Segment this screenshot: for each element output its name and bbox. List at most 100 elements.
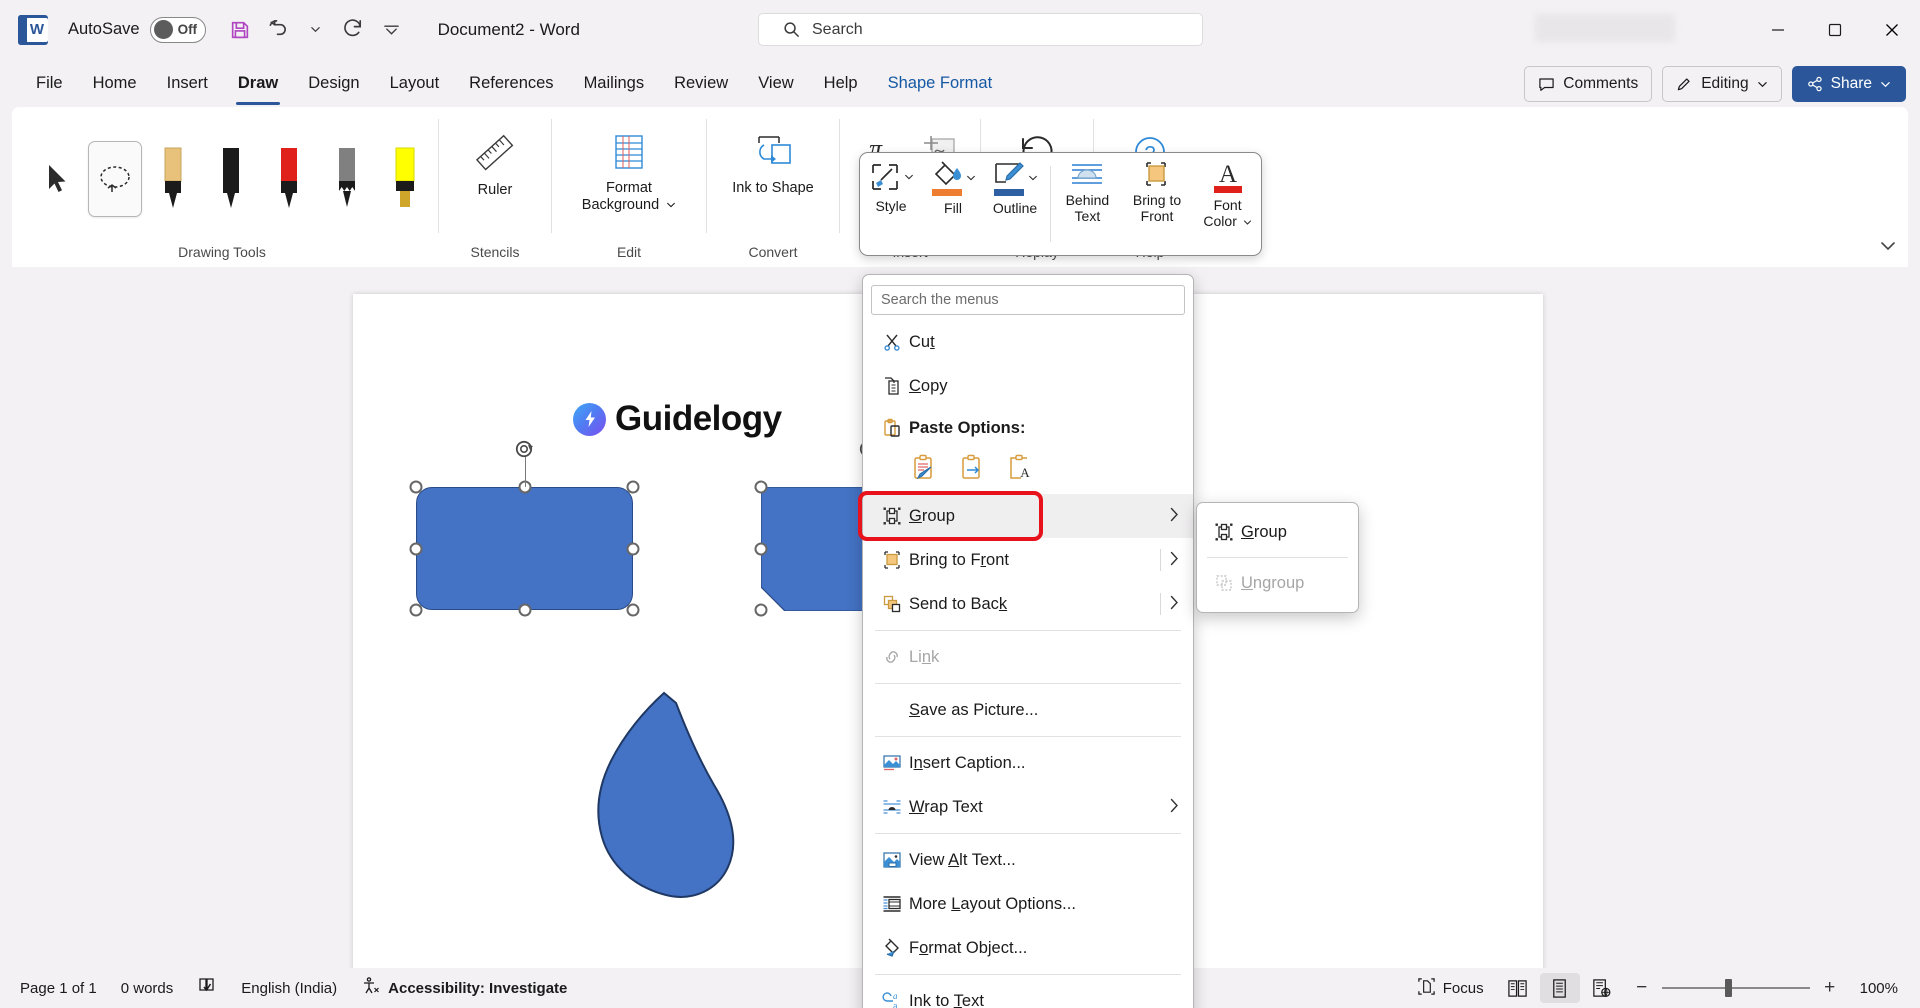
menu-item-send-to-back[interactable]: Send to Back xyxy=(863,582,1193,626)
tab-shape-format[interactable]: Shape Format xyxy=(874,68,1007,99)
resize-handle-middle-left[interactable] xyxy=(754,542,768,555)
tab-file[interactable]: File xyxy=(22,68,77,99)
resize-handle-top-right[interactable] xyxy=(626,480,640,494)
lasso-select-tool[interactable] xyxy=(88,140,142,217)
group-submenu: Group Ungroup xyxy=(1196,502,1359,613)
menu-item-save-as-picture[interactable]: Save as Picture... xyxy=(863,688,1193,732)
menu-item-insert-caption[interactable]: Insert Caption... xyxy=(863,741,1193,785)
tab-layout[interactable]: Layout xyxy=(376,68,454,99)
zoom-out-button[interactable]: − xyxy=(1632,977,1652,999)
style-button[interactable]: Style xyxy=(860,153,922,255)
accessibility-status[interactable]: Accessibility: Investigate xyxy=(349,973,579,1003)
resize-handle-middle-right[interactable] xyxy=(626,542,640,555)
print-layout-view-button[interactable] xyxy=(1539,973,1580,1003)
undo-icon[interactable] xyxy=(260,13,296,47)
paste-keep-source-formatting-option[interactable] xyxy=(907,450,941,484)
menu-separator xyxy=(875,736,1181,737)
redo-icon[interactable] xyxy=(336,13,372,47)
fill-button[interactable]: Fill xyxy=(922,153,984,255)
web-layout-view-button[interactable] xyxy=(1582,973,1622,1003)
collapse-ribbon-icon[interactable] xyxy=(1878,238,1898,259)
language-status[interactable]: English (India) xyxy=(229,973,349,1003)
paste-merge-formatting-option[interactable] xyxy=(955,450,989,484)
zoom-slider-thumb[interactable] xyxy=(1724,979,1732,997)
accessibility-label: Accessibility: Investigate xyxy=(388,979,568,997)
resize-handle-top-left[interactable] xyxy=(409,480,423,494)
tab-view[interactable]: View xyxy=(744,68,807,99)
pen-gold-tool[interactable] xyxy=(146,141,200,217)
ungroup-icon xyxy=(1207,573,1241,593)
menu-item-more-layout-options[interactable]: More Layout Options... xyxy=(863,882,1193,926)
user-account-avatar[interactable] xyxy=(1535,14,1675,42)
freeform-blob-shape[interactable] xyxy=(548,689,768,919)
menu-item-cut[interactable]: Cut xyxy=(863,320,1193,364)
read-mode-view-button[interactable] xyxy=(1498,973,1538,1003)
share-button[interactable]: Share xyxy=(1791,66,1906,102)
minimize-icon[interactable] xyxy=(1749,0,1806,59)
paste-icon xyxy=(875,418,909,438)
tab-design[interactable]: Design xyxy=(294,68,373,99)
zoom-slider[interactable]: − + xyxy=(1632,977,1840,999)
save-icon[interactable] xyxy=(222,13,258,47)
ink-to-shape-button[interactable]: Ink to Shape xyxy=(732,123,814,235)
menu-item-ink-to-text-label: Ink to Text xyxy=(909,991,984,1008)
resize-handle-bottom-left[interactable] xyxy=(754,603,768,617)
proofing-status[interactable] xyxy=(185,973,229,1003)
behind-text-button[interactable]: Behind Text xyxy=(1055,153,1120,255)
tab-mailings[interactable]: Mailings xyxy=(570,68,659,99)
chevron-down-icon xyxy=(967,175,975,181)
editing-mode-button[interactable]: Editing xyxy=(1662,66,1782,102)
svg-text:a: a xyxy=(893,1001,898,1008)
tab-review[interactable]: Review xyxy=(660,68,742,99)
zoom-slider-track[interactable] xyxy=(1661,979,1810,997)
resize-handle-bottom-center[interactable] xyxy=(518,603,531,617)
page-info[interactable]: Page 1 of 1 xyxy=(8,973,109,1003)
resize-handle-middle-left[interactable] xyxy=(409,542,423,555)
font-color-button[interactable]: A Font Color xyxy=(1194,153,1261,255)
menu-item-view-alt-text[interactable]: View Alt Text... xyxy=(863,838,1193,882)
ink-to-text-icon: a a xyxy=(875,991,909,1008)
undo-dropdown-icon[interactable] xyxy=(298,13,334,47)
menu-item-bring-to-front[interactable]: Bring to Front xyxy=(863,538,1193,582)
tab-home[interactable]: Home xyxy=(79,68,151,99)
outline-button[interactable]: Outline xyxy=(984,153,1046,255)
menu-item-format-object[interactable]: Format Object... xyxy=(863,926,1193,970)
maximize-icon[interactable] xyxy=(1806,0,1863,59)
close-icon[interactable] xyxy=(1863,0,1920,59)
format-background-button[interactable]: Format Background xyxy=(566,123,692,235)
highlighter-yellow-tool[interactable] xyxy=(378,141,432,217)
rotate-handle[interactable] xyxy=(514,438,536,460)
pencil-gray-tool[interactable] xyxy=(320,141,374,217)
focus-mode-button[interactable]: Focus xyxy=(1405,973,1496,1003)
ribbon-group-convert: Ink to Shape Convert xyxy=(713,107,833,267)
search-input[interactable]: Search xyxy=(758,13,1203,46)
resize-handle-bottom-right[interactable] xyxy=(626,603,640,617)
rounded-rectangle-shape[interactable] xyxy=(416,487,633,610)
pen-red-tool[interactable] xyxy=(262,141,316,217)
customize-quick-access-toolbar-icon[interactable] xyxy=(374,13,410,47)
tab-draw[interactable]: Draw xyxy=(224,68,292,105)
zoom-level-label[interactable]: 100% xyxy=(1860,980,1898,997)
bring-to-front-button[interactable]: Bring to Front xyxy=(1120,153,1194,255)
tab-help[interactable]: Help xyxy=(810,68,872,99)
word-count[interactable]: 0 words xyxy=(109,973,186,1003)
menu-item-group[interactable]: Group xyxy=(858,491,1193,541)
pen-black-tool[interactable] xyxy=(204,141,258,217)
menu-item-copy[interactable]: Copy xyxy=(863,364,1193,408)
tab-insert[interactable]: Insert xyxy=(153,68,222,99)
autosave-toggle[interactable]: Off xyxy=(149,16,206,43)
menu-item-wrap-text[interactable]: Wrap Text xyxy=(863,785,1193,829)
shape-context-menu: Search the menus Cut Copy Paste Options:… xyxy=(858,274,1194,1008)
select-objects-tool[interactable] xyxy=(30,141,84,217)
resize-handle-bottom-left[interactable] xyxy=(409,603,423,617)
resize-handle-top-left[interactable] xyxy=(754,480,768,494)
submenu-item-group[interactable]: Group xyxy=(1197,509,1358,555)
zoom-in-button[interactable]: + xyxy=(1820,977,1840,999)
paste-keep-text-only-option[interactable]: A xyxy=(1003,450,1037,484)
tab-references[interactable]: References xyxy=(455,68,567,99)
link-icon xyxy=(875,647,909,667)
comments-button[interactable]: Comments xyxy=(1524,66,1653,102)
menu-search-input[interactable]: Search the menus xyxy=(871,285,1185,315)
ruler-button[interactable]: Ruler xyxy=(457,123,533,235)
menu-item-ink-to-text[interactable]: a a Ink to Text xyxy=(863,979,1193,1008)
